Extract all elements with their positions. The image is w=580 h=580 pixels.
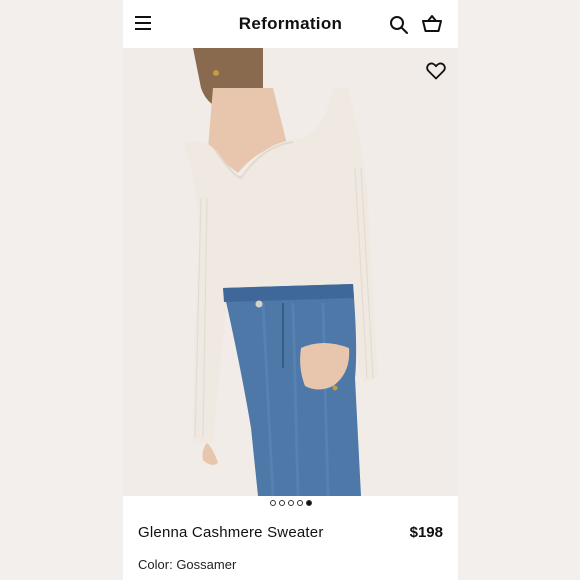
carousel-dot-3[interactable] bbox=[287, 500, 294, 506]
top-bar: Reformation bbox=[123, 0, 458, 48]
carousel-dot-1[interactable] bbox=[269, 500, 276, 506]
color-selection: Color: Gossamer bbox=[138, 557, 236, 572]
hamburger-menu-icon[interactable] bbox=[135, 14, 153, 34]
carousel-indicator bbox=[123, 500, 458, 510]
model-photo bbox=[123, 48, 458, 496]
product-name: Glenna Cashmere Sweater bbox=[138, 523, 324, 541]
product-image[interactable] bbox=[123, 48, 458, 496]
carousel-dot-2[interactable] bbox=[278, 500, 285, 506]
heart-outline-icon[interactable] bbox=[426, 62, 446, 80]
carousel-dot-5[interactable] bbox=[305, 500, 312, 506]
shopping-basket-icon[interactable] bbox=[421, 14, 443, 34]
brand-logo[interactable]: Reformation bbox=[239, 14, 342, 34]
product-title-row: Glenna Cashmere Sweater $198 bbox=[138, 522, 443, 542]
carousel-dot-4[interactable] bbox=[296, 500, 303, 506]
product-price: $198 bbox=[409, 523, 443, 541]
color-label: Color: bbox=[138, 557, 173, 572]
search-icon[interactable] bbox=[389, 15, 409, 35]
app-screen: Reformation Glenna Cashmere Sweater $198… bbox=[123, 0, 458, 580]
color-value: Gossamer bbox=[176, 557, 237, 572]
